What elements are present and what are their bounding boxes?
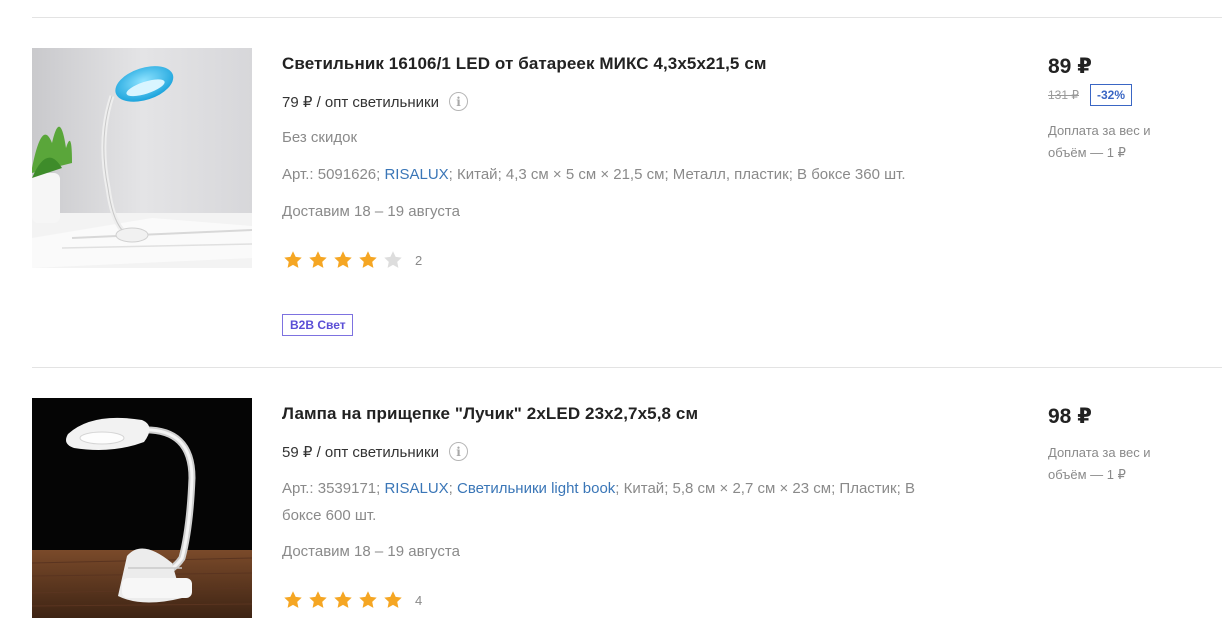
product-card: Светильник 16106/1 LED от батареек МИКС …: [0, 48, 1222, 348]
star-filled-icon: [332, 589, 354, 611]
review-count[interactable]: 2: [415, 253, 422, 268]
rating[interactable]: 2: [282, 249, 422, 271]
wholesale-price: 79 ₽ / опт светильники i: [282, 92, 468, 111]
attribute-text: В боксе 360 шт.: [797, 166, 906, 183]
attribute-link[interactable]: RISALUX: [384, 480, 448, 497]
product-title[interactable]: Лампа на прищепке "Лучик" 2хLED 23х2,7х5…: [282, 404, 698, 424]
weight-surcharge: Доплата за вес и объём — 1 ₽: [1048, 123, 1151, 160]
attribute-link[interactable]: RISALUX: [384, 166, 448, 183]
divider: [32, 367, 1222, 368]
attribute-text: Китай: [623, 480, 665, 497]
star-filled-icon: [382, 589, 404, 611]
product-image[interactable]: [32, 398, 252, 618]
star-filled-icon: [357, 249, 379, 271]
info-icon[interactable]: i: [448, 442, 468, 461]
wholesale-price: 59 ₽ / опт светильники i: [282, 442, 468, 461]
star-filled-icon: [307, 589, 329, 611]
divider: [32, 17, 1222, 18]
attribute-text: Металл, пластик: [672, 166, 789, 183]
seller-badge[interactable]: B2B Свет: [282, 314, 353, 336]
product-title[interactable]: Светильник 16106/1 LED от батареек МИКС …: [282, 54, 767, 74]
discount-badge: -32%: [1090, 84, 1133, 106]
star-empty-icon: [382, 249, 404, 271]
star-filled-icon: [282, 249, 304, 271]
attribute-text: Китай: [457, 166, 498, 183]
attribute-text: 5,8 см × 2,7 см × 23 см: [672, 480, 832, 497]
attribute-text: Арт.: 3539171: [282, 480, 377, 497]
rating[interactable]: 4: [282, 589, 422, 611]
old-price-row: 131 ₽ -32%: [1048, 84, 1133, 106]
delivery-date: Доставим 18 – 19 августа: [282, 203, 460, 220]
attribute-text: Арт.: 5091626: [282, 166, 377, 183]
price: 89 ₽: [1048, 55, 1092, 78]
product-image[interactable]: [32, 48, 252, 268]
review-count[interactable]: 4: [415, 593, 422, 608]
product-card: Лампа на прищепке "Лучик" 2хLED 23х2,7х5…: [0, 398, 1222, 636]
attribute-text: 4,3 см × 5 см × 21,5 см: [505, 166, 665, 183]
info-icon[interactable]: i: [448, 92, 468, 111]
old-price: 131 ₽: [1048, 88, 1079, 102]
wholesale-price-text: 59 ₽ / опт светильники: [282, 443, 439, 461]
product-attributes: Арт.: 5091626; RISALUX; Китай; 4,3 см × …: [282, 166, 906, 183]
star-filled-icon: [357, 589, 379, 611]
star-filled-icon: [307, 249, 329, 271]
price: 98 ₽: [1048, 405, 1092, 428]
delivery-date: Доставим 18 – 19 августа: [282, 543, 460, 560]
product-list: Светильник 16106/1 LED от батареек МИКС …: [0, 0, 1222, 636]
wholesale-price-text: 79 ₽ / опт светильники: [282, 93, 439, 111]
attribute-link[interactable]: Светильники light book: [457, 480, 615, 497]
product-photo-lamp-blue: [32, 48, 252, 268]
star-filled-icon: [332, 249, 354, 271]
attribute-text: Пластик: [839, 480, 897, 497]
weight-surcharge: Доплата за вес и объём — 1 ₽: [1048, 445, 1151, 482]
no-discount-label: Без скидок: [282, 129, 357, 146]
product-photo-clip-lamp: [32, 398, 252, 618]
product-attributes: Арт.: 3539171; RISALUX; Светильники ligh…: [282, 480, 915, 524]
star-filled-icon: [282, 589, 304, 611]
